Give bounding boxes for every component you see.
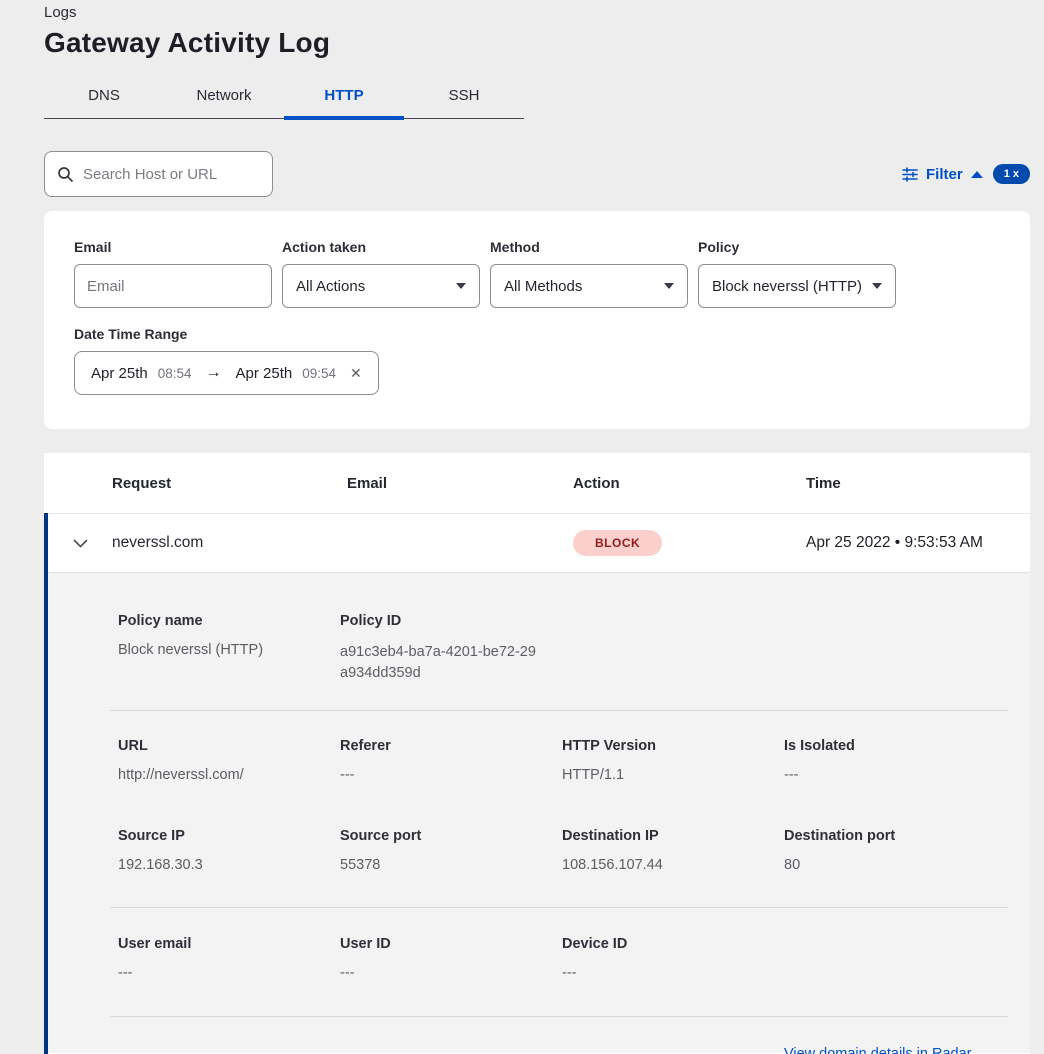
range-arrow-icon: → [206,364,222,382]
chevron-down-icon[interactable] [73,539,88,548]
log-type-tabs: DNS Network HTTP SSH [44,77,524,119]
table-row[interactable]: neverssl.com BLOCK Apr 25 2022 • 9:53:53… [48,513,1030,573]
policy-label: Policy [698,239,896,255]
request-cell: neverssl.com [112,534,347,552]
policy-id-link[interactable]: a91c3eb4-ba7a-4201-be72-29a934dd359d [340,642,540,684]
radar-details-link[interactable]: View domain details in Radar → [784,1046,990,1054]
http-version-label: HTTP Version [562,738,784,754]
source-port-value: 55378 [340,857,562,873]
action-taken-select[interactable]: All Actions [282,264,480,308]
col-email: Email [347,475,573,492]
policy-name-label: Policy name [118,613,340,629]
collapse-caret-icon [971,171,983,178]
action-taken-value: All Actions [296,278,365,295]
destination-ip-value: 108.156.107.44 [562,857,784,873]
filter-icon [902,166,918,182]
source-ip-value: 192.168.30.3 [118,857,340,873]
user-id-value: --- [340,965,562,981]
table-header-row: Request Email Action Time [44,453,1030,513]
tab-ssh[interactable]: SSH [404,77,524,118]
tab-network[interactable]: Network [164,77,284,118]
filter-panel: Email Action taken All Actions Method Al… [44,211,1030,429]
method-value: All Methods [504,278,582,295]
policy-name-value: Block neverssl (HTTP) [118,642,340,658]
http-version-value: HTTP/1.1 [562,767,784,783]
referer-label: Referer [340,738,562,754]
page-title: Gateway Activity Log [44,27,1030,59]
method-select[interactable]: All Methods [490,264,688,308]
date-range-label: Date Time Range [74,326,1000,342]
start-time[interactable]: 08:54 [158,366,192,381]
clear-date-icon[interactable]: ✕ [350,365,362,382]
method-label: Method [490,239,688,255]
policy-value: Block neverssl (HTTP) [712,278,862,295]
col-time: Time [806,475,1030,492]
chevron-down-icon [872,283,882,289]
policy-select[interactable]: Block neverssl (HTTP) [698,264,896,308]
source-port-label: Source port [340,828,562,844]
policy-id-label: Policy ID [340,613,562,629]
filter-label: Filter [926,166,963,183]
device-id-label: Device ID [562,936,784,952]
email-filter-label: Email [74,239,272,255]
activity-log-table: Request Email Action Time neverssl.com B… [44,453,1030,1054]
tab-dns[interactable]: DNS [44,77,164,118]
chevron-down-icon [664,283,674,289]
status-badge: BLOCK [573,530,662,556]
is-isolated-value: --- [784,767,1008,783]
time-cell: Apr 25 2022 • 9:53:53 AM [806,534,1030,552]
col-request: Request [112,475,347,492]
filter-count-badge[interactable]: 1 x [993,164,1030,184]
search-box[interactable] [44,151,273,197]
user-email-label: User email [118,936,340,952]
breadcrumb: Logs [44,0,1030,21]
action-cell: BLOCK [573,530,806,556]
expanded-log-entry: neverssl.com BLOCK Apr 25 2022 • 9:53:53… [44,513,1030,1054]
tab-http[interactable]: HTTP [284,77,404,118]
user-id-label: User ID [340,936,562,952]
start-date[interactable]: Apr 25th [91,365,148,382]
col-action: Action [573,475,806,492]
user-email-value: --- [118,965,340,981]
action-taken-label: Action taken [282,239,480,255]
date-range-picker[interactable]: Apr 25th 08:54 → Apr 25th 09:54 ✕ [74,351,379,395]
end-time[interactable]: 09:54 [302,366,336,381]
device-id-value: --- [562,965,784,981]
source-ip-label: Source IP [118,828,340,844]
url-label: URL [118,738,340,754]
is-isolated-label: Is Isolated [784,738,1008,754]
email-filter-input[interactable] [74,264,272,308]
chevron-down-icon [456,283,466,289]
end-date[interactable]: Apr 25th [236,365,293,382]
filter-toggle-button[interactable]: Filter [902,166,983,183]
destination-port-label: Destination port [784,828,1008,844]
referer-value: --- [340,767,562,783]
url-value: http://neverssl.com/ [118,767,340,783]
search-input[interactable] [83,166,282,183]
destination-port-value: 80 [784,857,1008,873]
destination-ip-label: Destination IP [562,828,784,844]
log-detail-panel: Policy name Block neverssl (HTTP) Policy… [48,573,1030,1053]
search-icon [57,166,74,183]
